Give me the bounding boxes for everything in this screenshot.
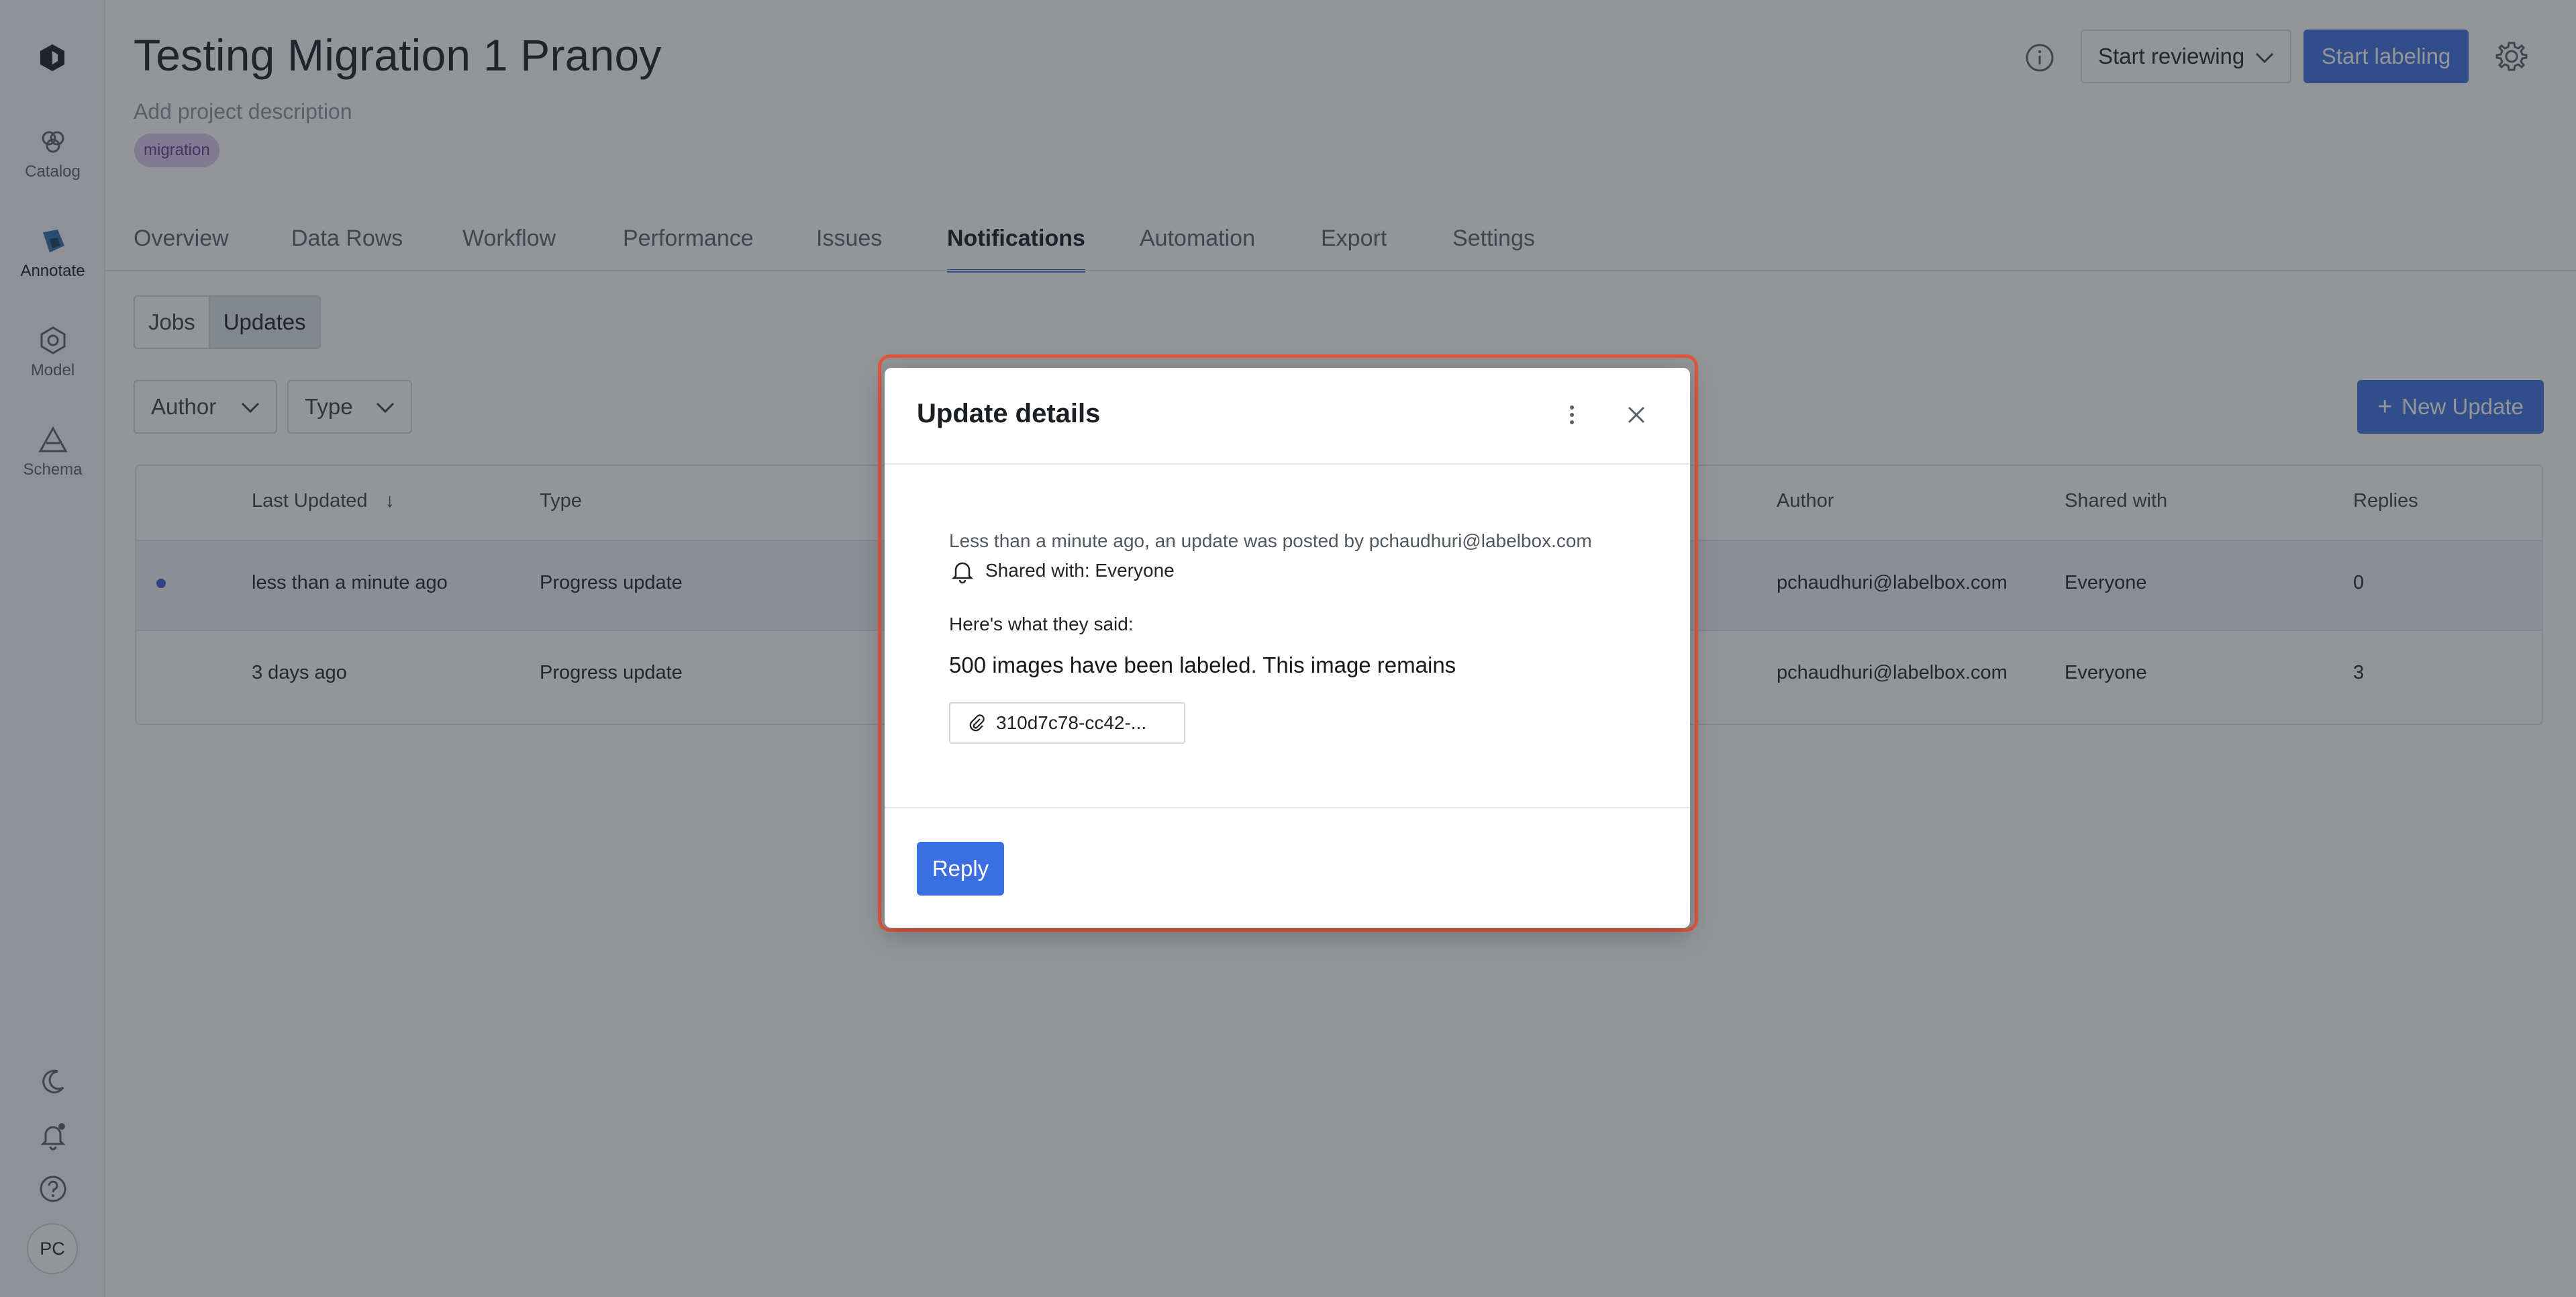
paperclip-icon (969, 714, 985, 732)
bell-icon (951, 562, 974, 584)
attachment-chip[interactable]: 310d7c78-cc42-... (949, 702, 1185, 744)
modal-footer-divider (885, 807, 1690, 808)
close-icon[interactable] (1623, 401, 1650, 428)
update-details-modal: Update details Less than a minute ago, a… (885, 368, 1690, 928)
said-label: Here's what they said: (949, 614, 1134, 634)
update-meta: Less than a minute ago, an update was po… (949, 530, 1592, 551)
reply-button[interactable]: Reply (917, 842, 1004, 896)
shared-with-label: Shared with: Everyone (985, 560, 1175, 581)
update-message: 500 images have been labeled. This image… (949, 653, 1456, 677)
modal-header: Update details (885, 368, 1690, 465)
modal-title: Update details (917, 399, 1101, 428)
more-options-icon[interactable] (1558, 401, 1585, 428)
attachment-label: 310d7c78-cc42-... (996, 712, 1147, 733)
shared-with: Shared with: Everyone (949, 557, 1175, 584)
